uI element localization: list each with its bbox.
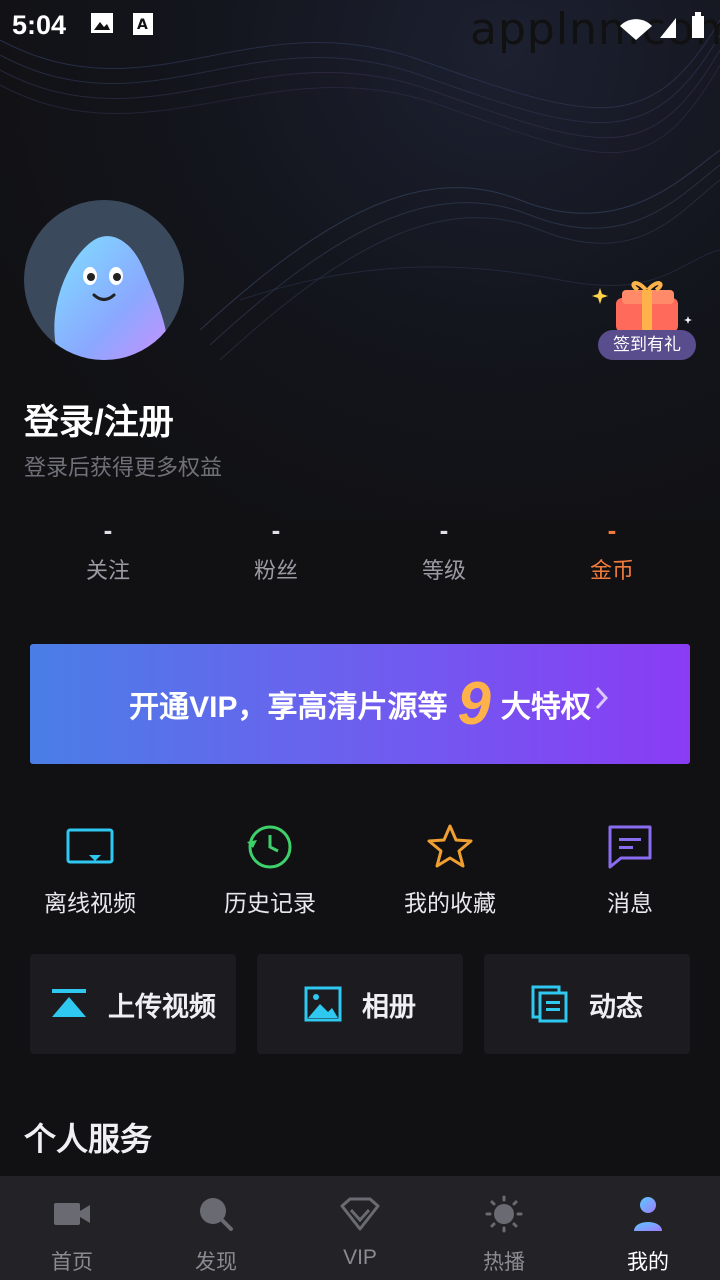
vip-text-after: 大特权 bbox=[500, 691, 591, 724]
stat-following[interactable]: - 关注 bbox=[24, 515, 192, 585]
vip-number: 9 bbox=[457, 670, 491, 737]
card-label: 动态 bbox=[589, 991, 643, 1022]
upload-icon bbox=[52, 989, 86, 1017]
stat-label: 关注 bbox=[85, 558, 130, 583]
quick-label: 历史记录 bbox=[224, 890, 316, 916]
stat-value: - bbox=[607, 515, 617, 545]
vip-text-before: 开通VIP，享高清片源等 bbox=[129, 691, 448, 724]
notification-icons: A bbox=[90, 12, 154, 36]
tab-label: 热播 bbox=[483, 1251, 525, 1274]
vip-banner[interactable]: 开通VIP，享高清片源等 9 大特权 bbox=[30, 644, 690, 764]
status-time: 5:04 bbox=[12, 10, 67, 40]
quick-label: 离线视频 bbox=[44, 890, 136, 916]
quick-messages[interactable]: 消息 bbox=[540, 812, 720, 918]
search-icon bbox=[200, 1198, 233, 1231]
quick-offline-video[interactable]: 离线视频 bbox=[0, 812, 180, 918]
checkin-badge[interactable]: 签到有礼 bbox=[598, 330, 696, 360]
star-icon bbox=[427, 824, 473, 868]
quick-history[interactable]: 历史记录 bbox=[180, 812, 360, 918]
tab-me[interactable]: 我的 bbox=[576, 1176, 720, 1280]
video-camera-icon bbox=[54, 1203, 90, 1225]
stat-label: 等级 bbox=[421, 558, 466, 583]
message-icon bbox=[608, 825, 652, 869]
section-title: 个人服务 bbox=[24, 1121, 153, 1157]
chevron-right-icon bbox=[595, 686, 609, 710]
stat-followers[interactable]: - 粉丝 bbox=[192, 515, 360, 585]
tab-home[interactable]: 首页 bbox=[0, 1176, 144, 1280]
vip-diamond-icon bbox=[340, 1197, 380, 1231]
upload-video-card[interactable]: 上传视频 bbox=[30, 954, 236, 1054]
tab-label: 首页 bbox=[51, 1251, 93, 1274]
login-register-link[interactable]: 登录/注册 bbox=[24, 394, 174, 445]
image-notification-icon bbox=[91, 13, 113, 33]
status-bar: 5:04 A applnn.com bbox=[0, 0, 720, 55]
tab-label: VIP bbox=[343, 1246, 377, 1269]
bottom-tab-bar: 首页 发现 VIP 热播 我的 bbox=[0, 1176, 720, 1280]
quick-actions: 离线视频 历史记录 我的收藏 消息 bbox=[0, 812, 720, 918]
text-notification-icon: A bbox=[133, 13, 153, 35]
quick-label: 我的收藏 bbox=[404, 890, 496, 916]
stat-label: 金币 bbox=[589, 558, 634, 583]
tab-trending[interactable]: 热播 bbox=[432, 1176, 576, 1280]
login-subtitle: 登录后获得更多权益 bbox=[24, 455, 223, 480]
stat-coins[interactable]: - 金币 bbox=[528, 515, 696, 585]
photo-album-icon bbox=[304, 986, 342, 1022]
tab-discover[interactable]: 发现 bbox=[144, 1176, 288, 1280]
avatar-icon bbox=[54, 236, 168, 360]
history-icon bbox=[247, 825, 292, 869]
tab-label: 发现 bbox=[195, 1251, 237, 1274]
stats-row: - 关注 - 粉丝 - 等级 - 金币 bbox=[24, 515, 696, 585]
stat-value: - bbox=[103, 515, 113, 545]
stat-value: - bbox=[271, 515, 281, 545]
svg-text:A: A bbox=[137, 17, 148, 33]
system-icons bbox=[618, 12, 713, 45]
gift-icon bbox=[592, 281, 692, 332]
tab-label: 我的 bbox=[627, 1251, 669, 1274]
photo-album-card[interactable]: 相册 bbox=[257, 954, 463, 1054]
tab-vip[interactable]: VIP bbox=[288, 1176, 432, 1280]
avatar[interactable] bbox=[24, 200, 184, 360]
quick-favorites[interactable]: 我的收藏 bbox=[360, 812, 540, 918]
signal-battery-icon bbox=[620, 12, 704, 40]
stat-level[interactable]: - 等级 bbox=[360, 515, 528, 585]
sun-icon bbox=[485, 1195, 523, 1233]
stat-value: - bbox=[439, 515, 449, 545]
offline-video-icon bbox=[66, 828, 114, 864]
quick-label: 消息 bbox=[607, 890, 653, 916]
stat-label: 粉丝 bbox=[253, 558, 298, 583]
feed-card[interactable]: 动态 bbox=[484, 954, 690, 1054]
card-label: 相册 bbox=[362, 991, 416, 1022]
feature-cards: 上传视频 相册 动态 bbox=[30, 954, 690, 1054]
feed-icon bbox=[531, 985, 568, 1023]
person-icon bbox=[634, 1197, 662, 1231]
card-label: 上传视频 bbox=[108, 991, 216, 1022]
